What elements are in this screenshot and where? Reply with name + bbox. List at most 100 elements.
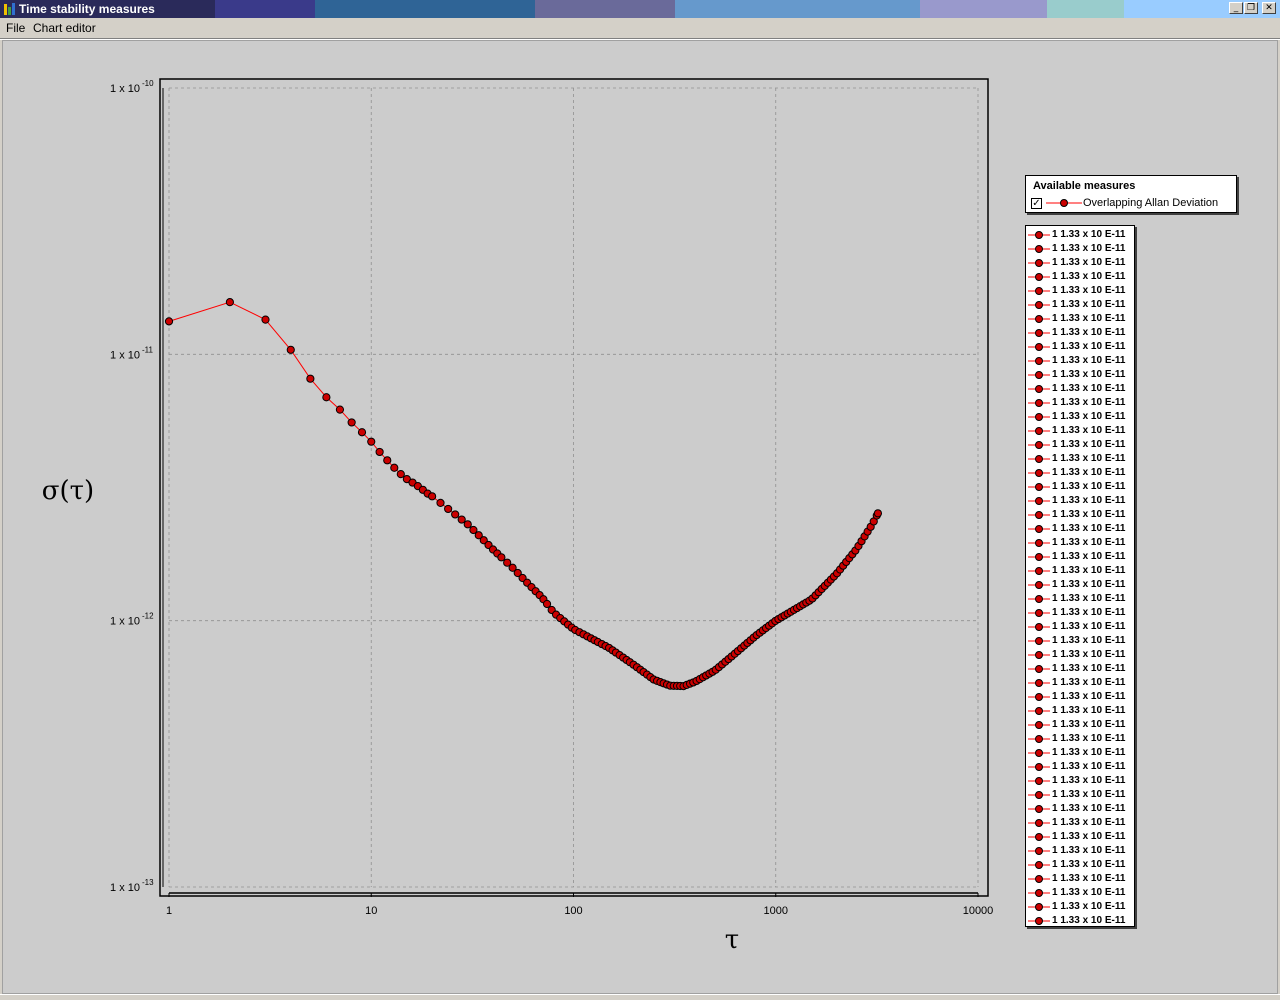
- series-point: [357, 428, 367, 437]
- value-list-label: 1 1.33 x 10 E-11: [1052, 579, 1126, 590]
- value-list-item: 1 1.33 x 10 E-11: [1026, 284, 1134, 298]
- series-marker-icon: [1028, 231, 1050, 239]
- value-list-item: 1 1.33 x 10 E-11: [1026, 382, 1134, 396]
- titlebar-segment: [535, 0, 675, 18]
- menu-file[interactable]: File: [6, 21, 25, 35]
- series-point: [457, 515, 466, 524]
- value-list-label: 1 1.33 x 10 E-11: [1052, 425, 1126, 436]
- value-list-item: 1 1.33 x 10 E-11: [1026, 802, 1134, 816]
- series-point: [444, 504, 453, 514]
- restore-button[interactable]: ❐: [1244, 2, 1258, 14]
- value-list-item: 1 1.33 x 10 E-11: [1026, 270, 1134, 284]
- series-marker-icon: [1028, 399, 1050, 407]
- value-list-label: 1 1.33 x 10 E-11: [1052, 733, 1126, 744]
- status-bar: [0, 994, 1280, 1000]
- series-point: [164, 317, 174, 326]
- value-list-label: 1 1.33 x 10 E-11: [1052, 551, 1126, 562]
- menu-chart-editor[interactable]: Chart editor: [33, 21, 96, 35]
- series-marker-icon: [1028, 245, 1050, 253]
- value-list-label: 1 1.33 x 10 E-11: [1052, 467, 1126, 478]
- value-list-item: 1 1.33 x 10 E-11: [1026, 312, 1134, 326]
- value-list-label: 1 1.33 x 10 E-11: [1052, 397, 1126, 408]
- series-marker-icon: [1028, 763, 1050, 771]
- value-list-label: 1 1.33 x 10 E-11: [1052, 509, 1126, 520]
- value-list-label: 1 1.33 x 10 E-11: [1052, 817, 1126, 828]
- legend-box: Available measures ✓ Overlapping Allan D…: [1025, 175, 1237, 213]
- menu-bar: File Chart editor: [0, 18, 1280, 38]
- value-list-label: 1 1.33 x 10 E-11: [1052, 663, 1126, 674]
- value-list-item: 1 1.33 x 10 E-11: [1026, 704, 1134, 718]
- series-marker-icon: [1028, 693, 1050, 701]
- value-list-label: 1 1.33 x 10 E-11: [1052, 635, 1126, 646]
- value-list-label: 1 1.33 x 10 E-11: [1052, 481, 1126, 492]
- value-list-item: 1 1.33 x 10 E-11: [1026, 690, 1134, 704]
- x-tick-label: 100: [564, 905, 582, 917]
- series-marker-icon: [1028, 791, 1050, 799]
- minimize-button[interactable]: _: [1229, 2, 1243, 14]
- value-list-label: 1 1.33 x 10 E-11: [1052, 285, 1126, 296]
- series-marker-icon: [1028, 707, 1050, 715]
- value-list-item: 1 1.33 x 10 E-11: [1026, 550, 1134, 564]
- value-list-label: 1 1.33 x 10 E-11: [1052, 887, 1126, 898]
- value-list-label: 1 1.33 x 10 E-11: [1052, 621, 1126, 632]
- titlebar-segment: [1047, 0, 1124, 18]
- value-list-label: 1 1.33 x 10 E-11: [1052, 327, 1126, 338]
- series-marker-icon: [1028, 273, 1050, 281]
- value-list-label: 1 1.33 x 10 E-11: [1052, 719, 1126, 730]
- value-list-item: 1 1.33 x 10 E-11: [1026, 858, 1134, 872]
- value-list-label: 1 1.33 x 10 E-11: [1052, 873, 1126, 884]
- value-list-label: 1 1.33 x 10 E-11: [1052, 229, 1126, 240]
- value-list-item: 1 1.33 x 10 E-11: [1026, 564, 1134, 578]
- series-marker-icon: [1028, 833, 1050, 841]
- value-list-label: 1 1.33 x 10 E-11: [1052, 299, 1126, 310]
- series-marker-icon: [1028, 553, 1050, 561]
- series-marker-icon: [1028, 525, 1050, 533]
- y-tick-label: 1 x 10: [110, 616, 140, 628]
- value-list-label: 1 1.33 x 10 E-11: [1052, 691, 1126, 702]
- value-list-label: 1 1.33 x 10 E-11: [1052, 803, 1126, 814]
- series-marker-icon: [1028, 259, 1050, 267]
- value-list-label: 1 1.33 x 10 E-11: [1052, 901, 1126, 912]
- series-point: [322, 393, 331, 402]
- series-checkbox[interactable]: ✓: [1031, 198, 1042, 209]
- series-marker-icon: [1028, 721, 1050, 729]
- series-marker-icon: [1028, 861, 1050, 869]
- y-tick-exponent: -12: [142, 612, 154, 621]
- value-list-item: 1 1.33 x 10 E-11: [1026, 746, 1134, 760]
- series-point: [396, 470, 405, 479]
- series-marker-icon: [1028, 469, 1050, 477]
- value-list-label: 1 1.33 x 10 E-11: [1052, 453, 1126, 464]
- value-list-item: 1 1.33 x 10 E-11: [1026, 830, 1134, 844]
- series-marker-icon: [1028, 315, 1050, 323]
- x-axis-title: τ: [725, 925, 739, 955]
- titlebar-segment: [215, 0, 315, 18]
- series-marker-icon: [1028, 651, 1050, 659]
- series-point: [463, 520, 472, 529]
- x-tick-label: 1: [166, 905, 172, 917]
- series-marker-icon: [1028, 287, 1050, 295]
- y-tick-exponent: -10: [142, 79, 154, 88]
- series-marker-icon: [1028, 357, 1050, 365]
- y-tick-label: 1 x 10: [110, 349, 140, 361]
- close-button[interactable]: ✕: [1262, 2, 1276, 14]
- series-marker-icon: [1028, 819, 1050, 827]
- value-list-item: 1 1.33 x 10 E-11: [1026, 536, 1134, 550]
- value-list-label: 1 1.33 x 10 E-11: [1052, 271, 1126, 282]
- series-marker-icon: [1028, 511, 1050, 519]
- legend-title: Available measures: [1033, 180, 1136, 192]
- series-marker-icon: [1028, 567, 1050, 575]
- series-marker-icon: [1028, 427, 1050, 435]
- value-list-label: 1 1.33 x 10 E-11: [1052, 369, 1126, 380]
- value-list-item: 1 1.33 x 10 E-11: [1026, 900, 1134, 914]
- value-list-label: 1 1.33 x 10 E-11: [1052, 677, 1126, 688]
- series-marker-icon: [1028, 637, 1050, 645]
- series-marker-icon: [1028, 679, 1050, 687]
- value-list-item: 1 1.33 x 10 E-11: [1026, 676, 1134, 690]
- series-marker-icon: [1028, 665, 1050, 673]
- series-marker-icon: [1028, 917, 1050, 925]
- value-list-item: 1 1.33 x 10 E-11: [1026, 760, 1134, 774]
- value-list-label: 1 1.33 x 10 E-11: [1052, 649, 1126, 660]
- value-list-label: 1 1.33 x 10 E-11: [1052, 355, 1126, 366]
- value-list-label: 1 1.33 x 10 E-11: [1052, 747, 1126, 758]
- value-list-label: 1 1.33 x 10 E-11: [1052, 495, 1126, 506]
